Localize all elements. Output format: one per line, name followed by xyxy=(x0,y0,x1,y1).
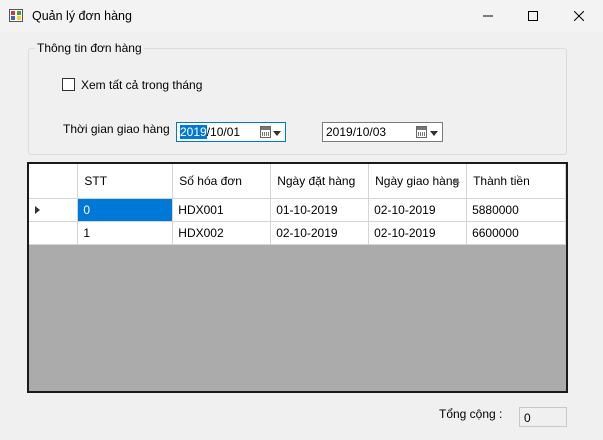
table-row[interactable]: 1 HDX002 02-10-2019 02-10-2019 6600000 xyxy=(29,221,566,245)
calendar-icon[interactable] xyxy=(260,126,271,138)
sort-ascending-icon xyxy=(452,178,461,183)
cell-invoice[interactable]: HDX001 xyxy=(172,198,272,222)
order-info-group xyxy=(28,48,567,155)
cell-invoice[interactable]: HDX002 xyxy=(172,221,272,245)
row-header[interactable] xyxy=(29,221,79,245)
cell-amount[interactable]: 6600000 xyxy=(466,221,566,245)
cell-delivery-date[interactable]: 02-10-2019 xyxy=(368,198,468,222)
date-to-picker[interactable]: 2019/10/03 xyxy=(322,122,443,142)
maximize-icon xyxy=(528,11,538,21)
date-from-value[interactable]: 2019/10/01 xyxy=(180,125,240,139)
orders-table: STT Số hóa đơn Ngày đặt hàng Ngày giao h… xyxy=(29,164,566,245)
column-header-stt[interactable]: STT xyxy=(77,164,174,199)
close-button[interactable] xyxy=(556,0,602,32)
current-row-arrow-icon xyxy=(35,206,40,215)
delivery-time-label: Thời gian giao hàng xyxy=(63,122,170,136)
app-icon xyxy=(9,9,23,22)
total-value-field: 0 xyxy=(519,407,567,427)
minimize-icon xyxy=(483,15,493,17)
cell-order-date[interactable]: 02-10-2019 xyxy=(270,221,370,245)
column-header-amount[interactable]: Thành tiền xyxy=(466,164,566,199)
cell-order-date[interactable]: 01-10-2019 xyxy=(270,198,370,222)
cell-stt[interactable]: 0 xyxy=(77,198,174,222)
header-row: STT Số hóa đơn Ngày đặt hàng Ngày giao h… xyxy=(29,164,566,199)
minimize-button[interactable] xyxy=(465,0,511,32)
cell-delivery-date[interactable]: 02-10-2019 xyxy=(368,221,468,245)
orders-grid[interactable]: STT Số hóa đơn Ngày đặt hàng Ngày giao h… xyxy=(27,162,568,393)
grid-corner-header[interactable] xyxy=(29,164,79,199)
close-icon xyxy=(574,11,584,21)
cell-stt[interactable]: 1 xyxy=(77,221,174,245)
view-all-month-label[interactable]: Xem tất cả trong tháng xyxy=(81,78,202,92)
view-all-month-checkbox[interactable] xyxy=(62,78,75,91)
column-header-order-date[interactable]: Ngày đặt hàng xyxy=(270,164,370,199)
column-header-delivery-date-label: Ngày giao hàng xyxy=(375,173,460,188)
title-bar: Quản lý đơn hàng xyxy=(0,0,603,32)
total-label: Tổng cộng : xyxy=(439,407,503,421)
date-from-picker[interactable]: 2019/10/01 xyxy=(176,122,286,142)
date-from-rest: /10/01 xyxy=(206,125,241,139)
cell-amount[interactable]: 5880000 xyxy=(466,198,566,222)
maximize-button[interactable] xyxy=(510,0,556,32)
table-row[interactable]: 0 HDX001 01-10-2019 02-10-2019 5880000 xyxy=(29,198,566,222)
date-from-selected-part: 2019 xyxy=(180,125,207,139)
dropdown-arrow-icon[interactable] xyxy=(430,131,438,136)
column-header-invoice[interactable]: Số hóa đơn xyxy=(172,164,272,199)
group-title: Thông tin đơn hàng xyxy=(35,41,144,55)
window-title: Quản lý đơn hàng xyxy=(32,9,132,23)
dropdown-arrow-icon[interactable] xyxy=(273,131,281,136)
row-header[interactable] xyxy=(29,198,79,222)
column-header-delivery-date[interactable]: Ngày giao hàng xyxy=(368,164,468,199)
calendar-icon[interactable] xyxy=(416,126,427,138)
date-to-value[interactable]: 2019/10/03 xyxy=(326,125,386,139)
